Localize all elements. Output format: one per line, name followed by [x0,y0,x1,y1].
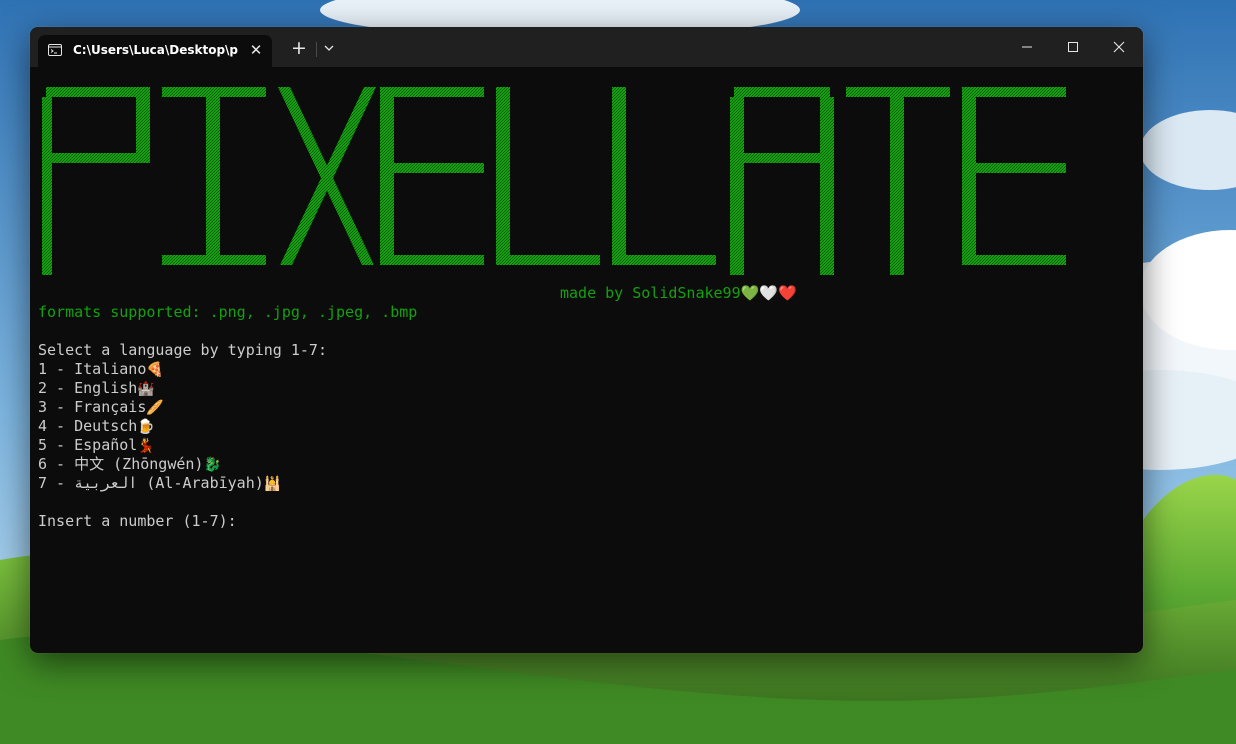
option-label: Italiano [74,360,147,378]
chevron-down-icon [324,45,334,51]
pixellate-ascii-banner [42,87,1066,275]
option-number: 3 [38,398,48,416]
number-input-prompt[interactable]: Insert a number (1-7): [38,512,237,531]
close-icon [1113,41,1125,53]
option-label: Deutsch [74,417,138,435]
supported-formats: formats supported: .png, .jpg, .jpeg, .b… [38,303,418,321]
console-icon [48,44,62,56]
language-option-zhongwen: 6 - 中文 (Zhōngwén)🐉 [38,455,221,473]
option-number: 2 [38,379,48,397]
maximize-icon [1068,42,1078,52]
option-label: 中文 (Zhōngwén) [74,455,204,473]
language-option-english: 2 - English🏰 [38,379,155,397]
close-tab-icon[interactable]: ✕ [246,40,266,60]
tab-dropdown-button[interactable] [320,38,338,58]
language-prompt: Select a language by typing 1-7: [38,341,327,359]
maximize-button[interactable] [1056,35,1090,59]
author-credit: made by SolidSnake99💚🤍❤️ [560,284,797,302]
tab-title: C:\Users\Luca\Desktop\pixella [73,43,239,57]
console-output[interactable]: made by SolidSnake99💚🤍❤️ formats support… [30,67,1143,653]
baguette-icon: 🥖 [146,400,164,416]
language-option-espanol: 5 - Español💃 [38,436,155,454]
terminal-window: C:\Users\Luca\Desktop\pixella ✕ + [30,27,1143,653]
tab-divider [316,42,317,57]
option-number: 7 [38,474,48,492]
option-number: 6 [38,455,48,473]
castle-icon: 🏰 [137,381,155,397]
tab-pixellate[interactable]: C:\Users\Luca\Desktop\pixella ✕ [38,35,272,67]
close-window-button[interactable] [1102,35,1136,59]
language-option-francais: 3 - Français🥖 [38,398,164,416]
title-bar[interactable]: C:\Users\Luca\Desktop\pixella ✕ + [30,27,1143,67]
new-tab-button[interactable]: + [287,36,311,60]
language-option-italiano: 1 - Italiano🍕 [38,360,164,378]
language-option-arabiyah: 7 - العربية (Al-Arabīyah)🕌 [38,474,282,492]
option-number: 4 [38,417,48,435]
minimize-icon [1022,46,1032,48]
mosque-icon: 🕌 [263,476,282,492]
pizza-icon: 🍕 [146,362,164,378]
option-label: العربية (Al-Arabīyah) [74,474,264,492]
beer-icon: 🍺 [137,419,155,435]
option-number: 1 [38,360,48,378]
option-label: Español [74,436,138,454]
option-number: 5 [38,436,48,454]
minimize-button[interactable] [1010,35,1044,59]
option-label: English [74,379,138,397]
option-label: Français [74,398,147,416]
dancer-icon: 💃 [137,438,155,454]
language-option-deutsch: 4 - Deutsch🍺 [38,417,155,435]
dragon-icon: 🐉 [203,457,221,473]
